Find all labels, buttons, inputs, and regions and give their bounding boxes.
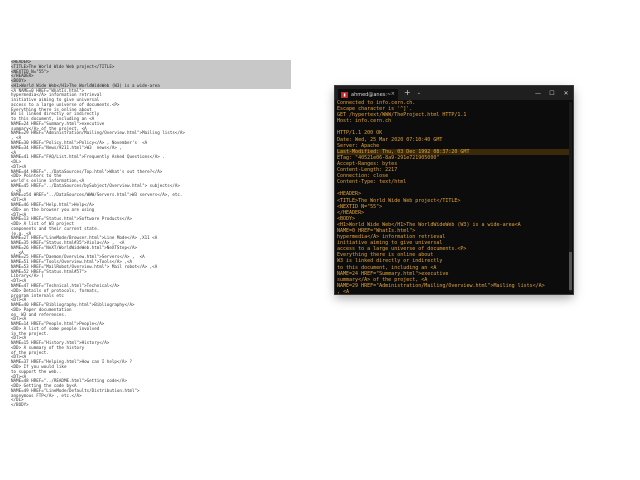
terminal-window[interactable]: ▮ ahmed@anes:~ × + ⌄ — ☐ ✕ Connected to … [335,86,573,294]
terminal-output[interactable]: Connected to info.cern.ch. Escape charact… [335,100,569,294]
terminal-line: , <A [337,288,350,294]
desktop-page: <HEADER> <TITLE>The World Wide Web projec… [0,0,640,480]
maximize-button[interactable]: ☐ [545,86,559,100]
window-controls: — ☐ ✕ [531,86,573,100]
close-tab-icon[interactable]: × [391,91,395,97]
new-tab-button[interactable]: + [404,89,411,97]
scrollbar-thumb[interactable] [569,252,572,290]
tab-dropdown-button[interactable]: ⌄ [417,90,421,96]
source-line: </BODY> [11,402,29,408]
terminal-titlebar[interactable]: ▮ ahmed@anes:~ × + ⌄ — ☐ ✕ [335,86,573,100]
close-window-button[interactable]: ✕ [559,86,573,100]
terminal-tab[interactable]: ▮ ahmed@anes:~ × [338,89,398,100]
html-source-view[interactable]: <HEADER> <TITLE>The World Wide Web projec… [11,60,291,480]
terminal-app-icon: ▮ [341,91,348,98]
minimize-button[interactable]: — [531,86,545,100]
terminal-scrollbar[interactable] [569,102,572,292]
terminal-line: NAME=29 HREF="Administration/Mailing/Ove… [337,282,545,289]
tab-label: ahmed@anes:~ [351,91,392,98]
